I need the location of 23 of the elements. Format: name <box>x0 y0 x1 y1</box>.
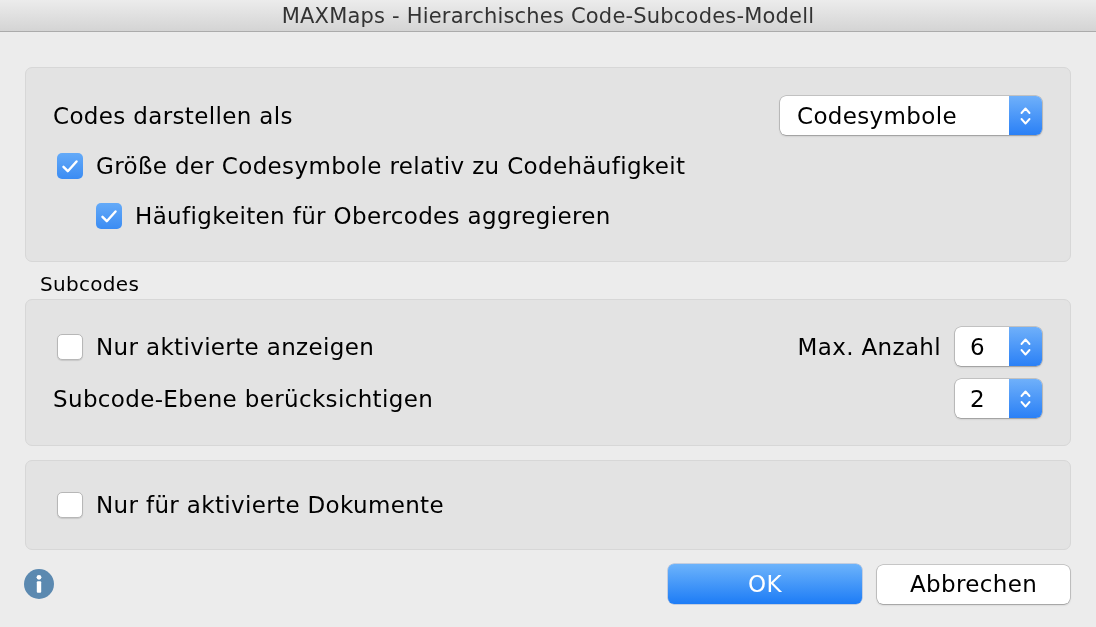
checkbox[interactable] <box>57 153 83 179</box>
info-icon[interactable] <box>24 569 54 599</box>
checkbox-label: Größe der Codesymbole relativ zu Codehäufigkeit <box>96 153 686 179</box>
up-down-chevron-icon <box>1009 327 1042 366</box>
checkbox[interactable] <box>57 492 83 518</box>
field-label: Max. Anzahl <box>797 333 941 360</box>
checkmark-icon <box>101 209 117 223</box>
cancel-button[interactable]: Abbrechen <box>877 564 1070 604</box>
checkbox[interactable] <box>57 333 83 360</box>
field-label: Codes darstellen als <box>53 102 293 129</box>
section-heading: Subcodes <box>40 272 140 296</box>
up-down-chevron-icon <box>1009 96 1042 135</box>
checkbox-label: Nur aktivierte anzeigen <box>96 333 375 360</box>
checkbox[interactable] <box>96 203 122 229</box>
number-dropdown[interactable]: 2 <box>955 379 1042 418</box>
checkbox-label: Häufigkeiten für Obercodes aggregieren <box>135 203 611 229</box>
dropdown-select[interactable]: Codesymbole <box>780 96 1042 135</box>
checkbox-label: Nur für aktivierte Dokumente <box>96 492 444 518</box>
number-dropdown[interactable]: 6 <box>955 327 1042 366</box>
checkmark-icon <box>62 159 78 173</box>
up-down-chevron-icon <box>1009 379 1042 418</box>
field-label: Subcode-Ebene berücksichtigen <box>53 385 434 412</box>
window-title: MAXMaps - Hierarchisches Code-Subcodes-Modell <box>281 3 815 28</box>
